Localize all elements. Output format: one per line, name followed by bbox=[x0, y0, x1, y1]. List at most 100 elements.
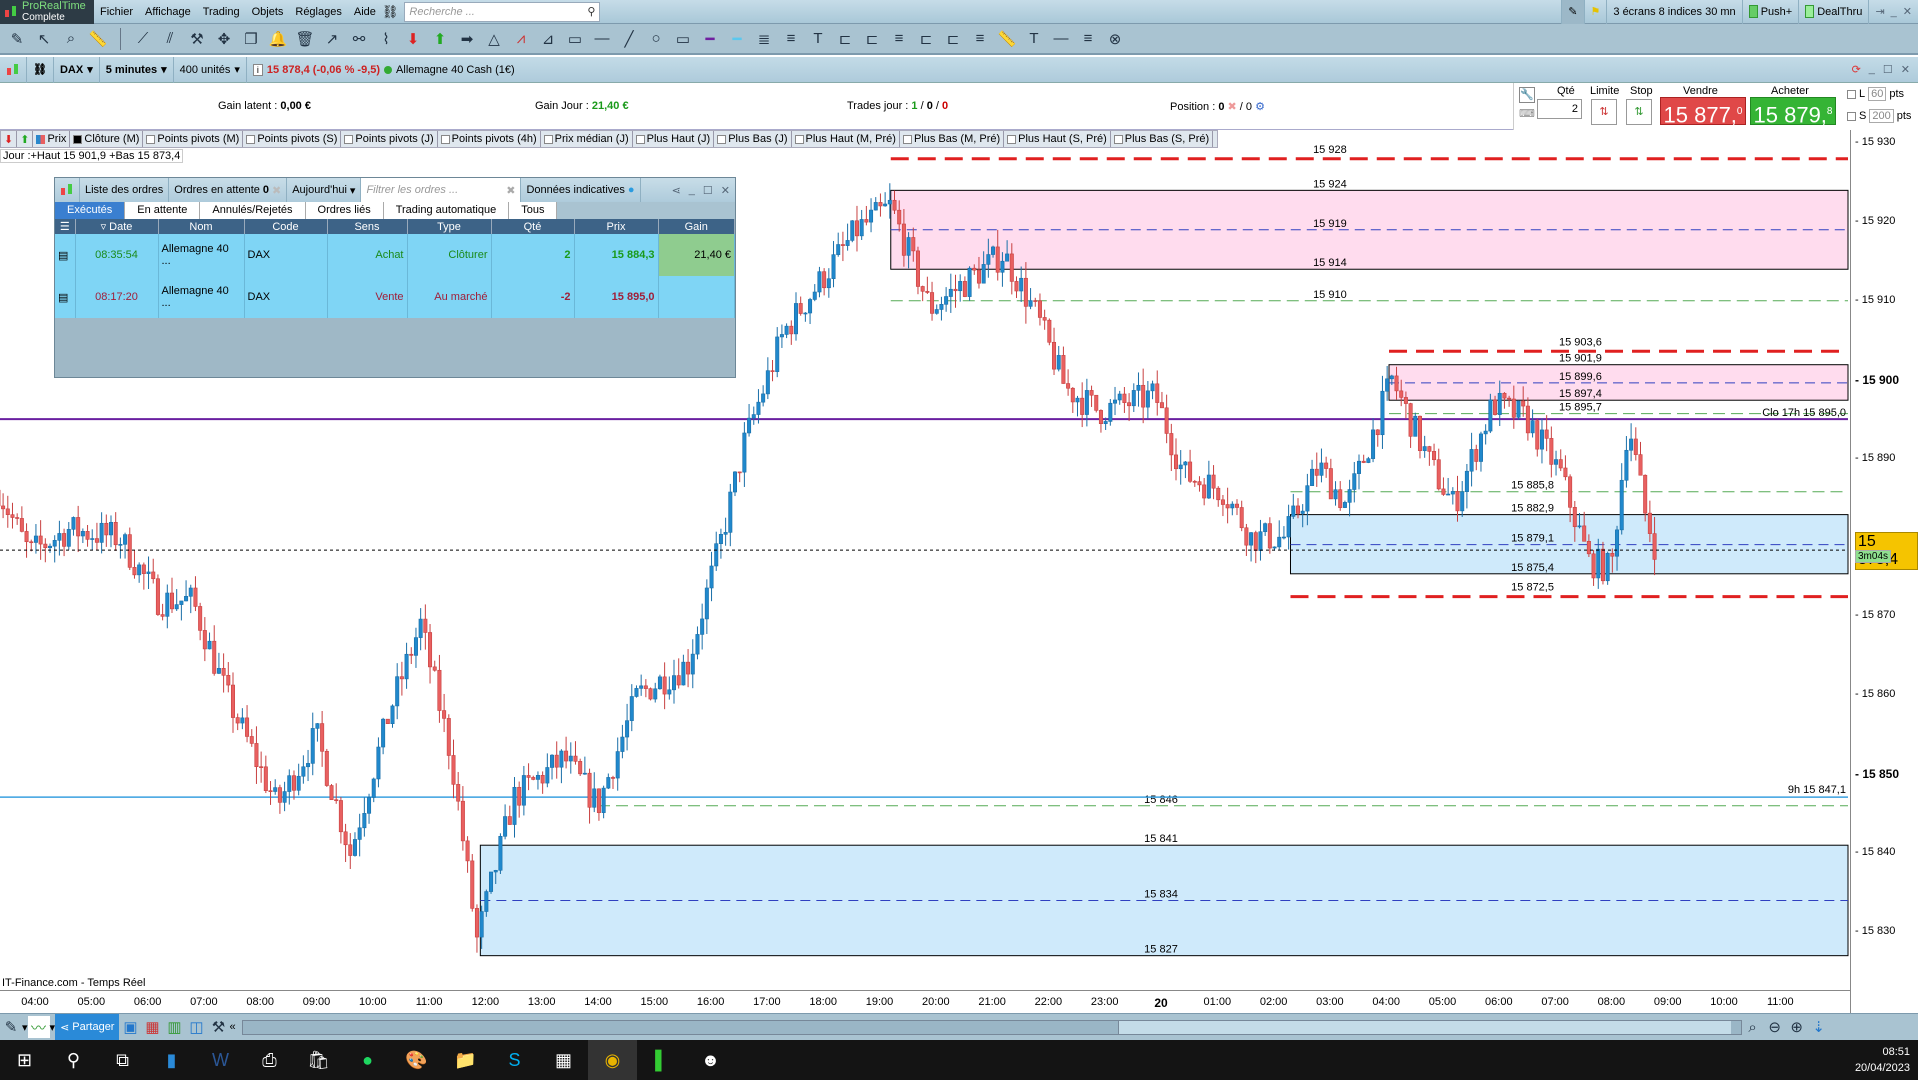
add-indicator-icon[interactable]: ⬆ bbox=[17, 131, 34, 147]
tools-icon[interactable]: ⚒ bbox=[207, 1016, 229, 1038]
indicator-toggle[interactable]: Points pivots (4h) bbox=[438, 131, 541, 147]
menu-objets[interactable]: Objets bbox=[246, 6, 290, 18]
order-detail-icon[interactable]: ▤ bbox=[55, 276, 76, 318]
folder-icon[interactable]: 📁 bbox=[441, 1040, 490, 1080]
tab-en-attente[interactable]: En attente bbox=[125, 202, 201, 219]
tab-executes[interactable]: Exécutés bbox=[55, 202, 126, 219]
zoom-icon[interactable]: ⌕ bbox=[60, 28, 82, 50]
link-icon[interactable]: ⛓ bbox=[382, 4, 399, 20]
s-input[interactable]: 200 bbox=[1869, 109, 1894, 123]
filter-input[interactable]: Filtrer les ordres ... ✖ bbox=[361, 178, 522, 202]
indicator-toggle[interactable]: Prix bbox=[33, 131, 71, 147]
layout-button[interactable]: 3 écrans 8 indices 30 mn bbox=[1606, 0, 1741, 24]
indicator-checkbox[interactable] bbox=[36, 134, 46, 144]
units-select[interactable]: 400 unités ▾ bbox=[174, 56, 247, 83]
link-icon[interactable]: ⛓ bbox=[27, 56, 54, 83]
minimize-button[interactable]: _ bbox=[1869, 63, 1875, 76]
stop-order-button[interactable]: ⇅ bbox=[1626, 99, 1652, 125]
trash-icon[interactable]: 🗑 bbox=[294, 28, 316, 50]
indicator-icon[interactable]: 〰 bbox=[27, 1016, 50, 1038]
tools-icon[interactable]: ⚒ bbox=[186, 28, 208, 50]
indicator-toggle[interactable]: Points pivots (J) bbox=[341, 131, 438, 147]
indicator-toggle[interactable]: Plus Bas (M, Pré) bbox=[900, 131, 1005, 147]
table-row[interactable]: ▤ 08:35:54 Allemagne 40 ... DAX Achat Cl… bbox=[55, 234, 735, 276]
copy-icon[interactable]: ❐ bbox=[240, 28, 262, 50]
l-checkbox[interactable] bbox=[1847, 89, 1856, 99]
pending-orders-tab[interactable]: Ordres en attente 0 ✖ bbox=[169, 178, 288, 202]
pin-icon[interactable]: ⇥ bbox=[1875, 5, 1884, 18]
search-input[interactable]: Recherche ... ⚲ bbox=[404, 1, 601, 22]
indicator-checkbox[interactable] bbox=[73, 134, 83, 144]
game-icon[interactable]: ☻ bbox=[686, 1040, 735, 1080]
search-icon[interactable]: ⚲ bbox=[49, 1040, 98, 1080]
word-icon[interactable]: W bbox=[196, 1040, 245, 1080]
info-bubble-icon[interactable]: ● bbox=[628, 184, 635, 196]
order-detail-icon[interactable]: ▤ bbox=[55, 234, 76, 276]
symbol-select[interactable]: DAX ▾ bbox=[54, 56, 100, 83]
paint-icon[interactable]: 🎨 bbox=[392, 1040, 441, 1080]
level2-icon[interactable]: ≡ bbox=[969, 28, 991, 50]
list-icon[interactable]: ≡ bbox=[780, 28, 802, 50]
indicator-toggle[interactable]: Plus Haut (M, Pré) bbox=[792, 131, 900, 147]
purple-line-icon[interactable]: ━ bbox=[699, 28, 721, 50]
dash-icon[interactable]: — bbox=[1050, 28, 1072, 50]
polyline-icon[interactable]: ⌇ bbox=[375, 28, 397, 50]
orderbook-icon[interactable]: ▥ bbox=[163, 1016, 185, 1038]
prorealtime-icon[interactable]: ▌ bbox=[637, 1040, 686, 1080]
maximize-button[interactable]: ☐ bbox=[703, 184, 713, 197]
col-prix[interactable]: Prix bbox=[574, 219, 659, 234]
buy-button[interactable]: 15 879,8 bbox=[1750, 97, 1836, 127]
indicator-toggle[interactable]: Clôture (M) bbox=[70, 131, 144, 147]
sell-button[interactable]: 15 877,0 bbox=[1660, 97, 1746, 127]
box4-icon[interactable]: ⊏ bbox=[942, 28, 964, 50]
timeframe-select[interactable]: 5 minutes ▾ bbox=[100, 56, 174, 83]
wrench-icon[interactable]: 🔧 bbox=[1519, 87, 1535, 103]
menu-aide[interactable]: Aide bbox=[348, 6, 382, 18]
ruler2-icon[interactable]: 📏 bbox=[996, 28, 1018, 50]
search-icon[interactable]: ⚲ bbox=[587, 5, 595, 18]
indicator-toggle[interactable]: Points pivots (S) bbox=[243, 131, 342, 147]
limit-order-button[interactable]: ⇅ bbox=[1591, 99, 1617, 125]
tab-tous[interactable]: Tous bbox=[509, 202, 558, 219]
box-icon[interactable]: ⊏ bbox=[834, 28, 856, 50]
col-type[interactable]: Type bbox=[407, 219, 492, 234]
indicator-checkbox[interactable] bbox=[543, 134, 553, 144]
cancel-all-icon[interactable]: ✖ bbox=[272, 184, 281, 197]
task-view-icon[interactable]: ⧉ bbox=[98, 1040, 147, 1080]
indicator-checkbox[interactable] bbox=[344, 134, 354, 144]
close-button[interactable]: ✕ bbox=[1903, 5, 1912, 18]
trendline-icon[interactable]: ⟋ bbox=[132, 28, 154, 50]
hline-icon[interactable]: — bbox=[591, 28, 613, 50]
comment-icon[interactable]: ▣ bbox=[119, 1016, 141, 1038]
pencil-icon[interactable]: ✎ bbox=[0, 1016, 22, 1038]
clear-filter-icon[interactable]: ✖ bbox=[506, 184, 515, 197]
box2-icon[interactable]: ⊏ bbox=[861, 28, 883, 50]
triangle-icon[interactable]: △ bbox=[483, 28, 505, 50]
indicator-toggle[interactable]: Plus Bas (J) bbox=[714, 131, 792, 147]
tab-trading-auto[interactable]: Trading automatique bbox=[383, 202, 510, 219]
drawing-mode-button[interactable]: ✎ bbox=[1561, 0, 1584, 24]
l-input[interactable]: 60 bbox=[1868, 87, 1887, 101]
settings-gears-icon[interactable]: ⚙ bbox=[1255, 101, 1265, 113]
minimize-button[interactable]: _ bbox=[689, 184, 695, 196]
level-icon[interactable]: ≡ bbox=[888, 28, 910, 50]
horizontal-scrollbar[interactable] bbox=[241, 1019, 1742, 1035]
circle-icon[interactable]: ○ bbox=[645, 28, 667, 50]
level3-icon[interactable]: ≡ bbox=[1077, 28, 1099, 50]
segment-icon[interactable]: ⚯ bbox=[348, 28, 370, 50]
scrollbar-thumb[interactable] bbox=[1117, 1020, 1731, 1034]
dealthru-button[interactable]: DealThru bbox=[1798, 0, 1868, 24]
remove-indicator-icon[interactable]: ⬇ bbox=[1, 131, 18, 147]
windows-start-icon[interactable]: ⊞ bbox=[0, 1040, 49, 1080]
qty-input[interactable]: 2 bbox=[1537, 99, 1582, 119]
text2-icon[interactable]: T bbox=[1023, 28, 1045, 50]
spotify-icon[interactable]: ● bbox=[343, 1040, 392, 1080]
chart-type-icon[interactable] bbox=[0, 56, 27, 83]
close-button[interactable]: ✕ bbox=[1901, 63, 1910, 76]
indicator-checkbox[interactable] bbox=[1007, 134, 1017, 144]
indicator-toggle[interactable]: Plus Haut (S, Pré) bbox=[1004, 131, 1111, 147]
indicator-toggle[interactable]: Points pivots (M) bbox=[143, 131, 244, 147]
table-row[interactable]: ▤ 08:17:20 Allemagne 40 ... DAX Vente Au… bbox=[55, 276, 735, 318]
col-code[interactable]: Code bbox=[244, 219, 328, 234]
minimize-button[interactable]: _ bbox=[1891, 6, 1897, 18]
